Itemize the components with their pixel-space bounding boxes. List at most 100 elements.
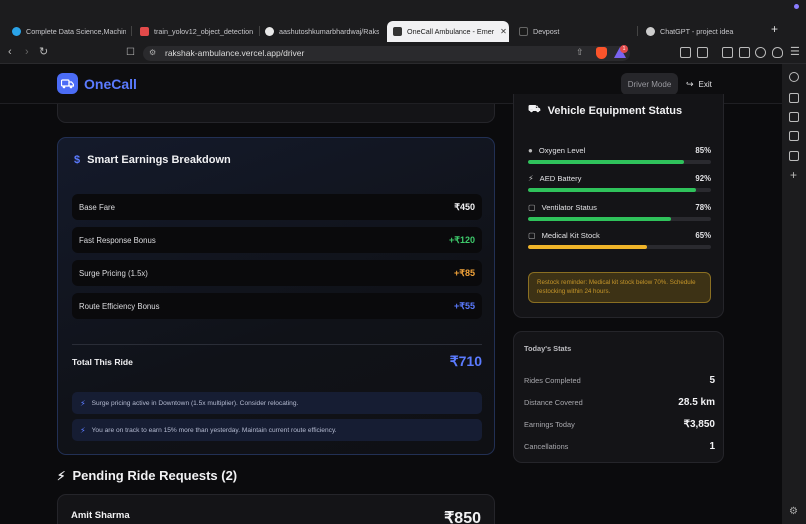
browser-sidebar: + (782, 64, 806, 524)
sidebar-settings-icon[interactable]: ⚙ (789, 506, 798, 517)
row-label: Route Efficiency Bonus (79, 301, 160, 311)
insight-note: ⚡︎ Surge pricing active in Downtown (1.5… (72, 392, 482, 414)
extensions-icon[interactable] (680, 47, 691, 58)
equipment-title-text: Vehicle Equipment Status (547, 104, 683, 117)
wallet-icon[interactable] (739, 47, 750, 58)
tab-github[interactable]: aashutoshkumarbhardwaj/Raksh (265, 22, 379, 40)
equipment-name: Oxygen Level (538, 146, 586, 155)
level-fill (528, 217, 671, 221)
level-fill (528, 160, 684, 164)
stat-value: 1 (709, 441, 715, 452)
stat-label: Rides Completed (524, 376, 581, 385)
site-settings-icon[interactable]: ⚙ (149, 48, 156, 57)
tab-data-science[interactable]: Complete Data Science,Machine (12, 22, 126, 40)
bookmarks-icon[interactable] (789, 131, 799, 141)
equipment-pct: 65% (695, 231, 711, 240)
droplet-icon: ● (528, 146, 533, 155)
equipment-card: ⛟ Vehicle Equipment Status ● Oxygen Level… (513, 94, 724, 318)
divider (72, 344, 482, 345)
equipment-title: ⛟ Vehicle Equipment Status (528, 104, 682, 117)
rewards-badge: 1 (620, 45, 628, 53)
stat-value: ₹3,850 (683, 419, 715, 430)
forward-icon[interactable]: › (25, 46, 29, 58)
equipment-aed: ⚡︎ AED Battery 92% (528, 174, 711, 192)
browser-tab-bar: Complete Data Science,Machine train_yolo… (0, 0, 806, 42)
reader-mode-icon[interactable] (697, 47, 708, 58)
level-bar (528, 160, 711, 164)
row-amount: +₹120 (449, 234, 475, 245)
menu-icon[interactable]: ☰ (790, 45, 800, 58)
row-label: Base Fare (79, 202, 115, 212)
insight-note: ⚡︎ You are on track to earn 15% more tha… (72, 419, 482, 441)
equipment-name: Ventilator Status (541, 203, 597, 212)
close-icon[interactable]: ✕ (500, 27, 507, 36)
page-content: OneCall Driver Mode ↪ Exit $ Smart Earni… (0, 64, 782, 524)
vpn-shield-icon[interactable] (772, 47, 783, 58)
note-text: You are on track to earn 15% more than y… (91, 426, 337, 434)
equipment-medkit: ▢ Medical Kit Stock 65% (528, 231, 711, 249)
stat-row: Rides Completed 5 (524, 375, 715, 386)
tab-title: OneCall Ambulance - Emer (407, 27, 495, 36)
leo-icon[interactable] (789, 72, 799, 82)
wallet-icon[interactable] (789, 112, 799, 122)
onecall-favicon-icon (393, 27, 402, 36)
earnings-card: $ Smart Earnings Breakdown Base Fare ₹45… (57, 137, 495, 455)
earnings-row: Base Fare ₹450 (72, 194, 482, 220)
ambulance-logo-icon[interactable] (57, 73, 78, 94)
stat-row: Distance Covered 28.5 km (524, 397, 715, 408)
url-text[interactable]: rakshak-ambulance.vercel.app/driver (165, 48, 304, 58)
lightning-icon: ⚡︎ (57, 468, 66, 483)
equipment-ventilator: ▢ Ventilator Status 78% (528, 203, 711, 221)
todays-stats-card: Today's Stats Rides Completed 5 Distance … (513, 331, 724, 463)
logout-icon: ↪ (686, 78, 694, 89)
level-bar (528, 217, 711, 221)
reload-icon[interactable]: ↻ (39, 45, 48, 58)
stat-row: Earnings Today ₹3,850 (524, 419, 715, 430)
tab-devpost[interactable]: Devpost (519, 22, 629, 40)
add-panel-icon[interactable]: + (790, 168, 797, 182)
ambulance-icon: ⛟ (528, 104, 541, 115)
stat-label: Distance Covered (524, 398, 583, 407)
lightning-icon: ⚡︎ (80, 425, 86, 435)
exit-button[interactable]: ↪ Exit (686, 73, 712, 95)
share-icon[interactable]: ⇧ (576, 47, 584, 58)
tab-yolo[interactable]: train_yolov12_object_detection (140, 22, 254, 40)
ride-request-card[interactable]: Amit Sharma ₹850 (57, 494, 495, 524)
dollar-icon: $ (74, 154, 81, 166)
row-amount: +₹85 (454, 267, 475, 278)
new-tab-button[interactable]: + (771, 22, 778, 36)
equipment-pct: 92% (695, 174, 711, 183)
level-bar (528, 245, 711, 249)
leo-ai-icon[interactable] (755, 47, 766, 58)
level-fill (528, 188, 697, 192)
row-amount: ₹450 (454, 201, 475, 212)
tab-onecall[interactable]: OneCall Ambulance - Emer ✕ (387, 21, 509, 42)
brand-name[interactable]: OneCall (84, 76, 137, 92)
stat-label: Cancellations (524, 442, 569, 451)
stat-value: 28.5 km (678, 397, 715, 408)
tab-title: train_yolov12_object_detection (154, 26, 254, 36)
lightning-icon: ⚡︎ (80, 398, 86, 408)
earnings-row: Surge Pricing (1.5x) +₹85 (72, 260, 482, 286)
row-label: Fast Response Bonus (79, 235, 156, 245)
history-icon[interactable] (789, 151, 799, 161)
row-amount: +₹55 (454, 300, 475, 311)
sidebar-toggle-icon[interactable] (722, 47, 733, 58)
tab-chatgpt[interactable]: ChatGPT - project idea (646, 22, 760, 40)
earnings-title-text: Smart Earnings Breakdown (87, 154, 231, 166)
brave-shields-icon[interactable] (596, 47, 607, 59)
browser-toolbar: ‹ › ↻ ☐ ⚙ rakshak-ambulance.vercel.app/d… (0, 42, 806, 64)
equipment-name: AED Battery (539, 174, 582, 183)
pending-requests-heading: ⚡︎ Pending Ride Requests (2) (57, 468, 237, 483)
reading-list-icon[interactable] (789, 93, 799, 103)
lightning-icon: ⚡︎ (528, 174, 534, 183)
address-bar[interactable]: ⚙ rakshak-ambulance.vercel.app/driver ⇧ (143, 46, 630, 61)
pending-title: Pending Ride Requests (2) (72, 468, 238, 483)
bookmark-icon[interactable]: ☐ (126, 47, 135, 58)
level-bar (528, 188, 711, 192)
back-icon[interactable]: ‹ (8, 46, 12, 58)
level-fill (528, 245, 647, 249)
stats-title: Today's Stats (524, 344, 572, 353)
chatgpt-icon (646, 26, 655, 36)
driver-mode-button[interactable]: Driver Mode (621, 73, 678, 95)
